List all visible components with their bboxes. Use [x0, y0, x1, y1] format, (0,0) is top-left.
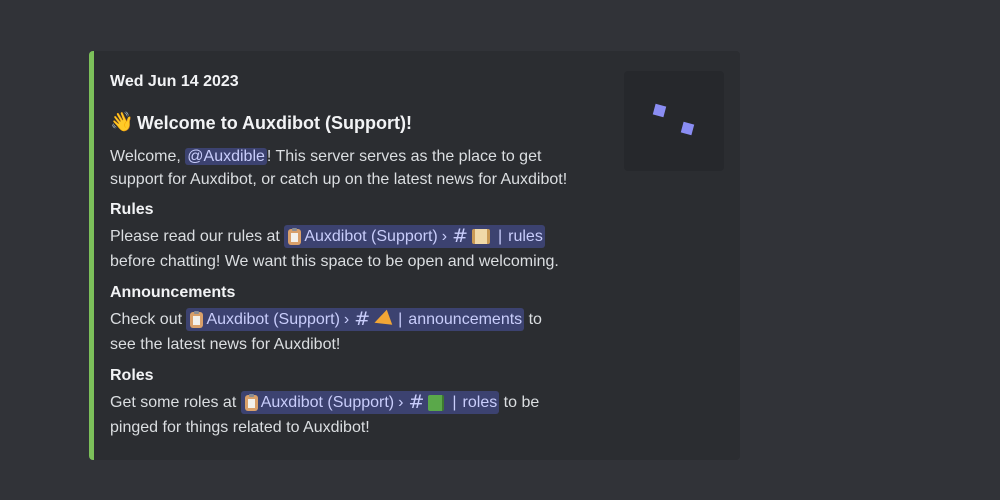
- announcements-line-2: see the latest news for Auxdibot!: [110, 336, 341, 353]
- intro-before: Welcome,: [110, 148, 186, 165]
- intro-line-1: Welcome, @Auxdible! This server serves a…: [110, 145, 541, 168]
- rules-line-1: Please read our rules at Auxdibot (Suppo…: [110, 225, 545, 248]
- channel-server-name: Auxdibot (Support): [304, 228, 438, 245]
- roles-after: to be: [499, 394, 540, 411]
- channel-name-rules: rules: [508, 228, 543, 245]
- green-book-icon: [428, 394, 445, 411]
- channel-name-roles: roles: [462, 394, 498, 411]
- chevron-right-icon: ›: [441, 228, 448, 245]
- field-name-announcements: Announcements: [110, 284, 236, 301]
- field-name-roles: Roles: [110, 367, 154, 384]
- announcements-line-1: Check out Auxdibot (Support) › # | announcem…: [110, 308, 542, 331]
- welcome-embed: Wed Jun 14 2023 👋 Welcome to Auxdibot (S…: [89, 51, 740, 460]
- thumbnail-square: [680, 121, 695, 136]
- rules-before: Please read our rules at: [110, 228, 285, 245]
- channel-link-rules[interactable]: Auxdibot (Support) › # | rules: [284, 225, 545, 248]
- thumbnail-square: [652, 103, 667, 118]
- embed-title: 👋 Welcome to Auxdibot (Support)!: [110, 111, 412, 135]
- embed-timestamp: Wed Jun 14 2023: [110, 73, 239, 90]
- roles-line-2: pinged for things related to Auxdibot!: [110, 419, 370, 436]
- chevron-right-icon: ›: [343, 311, 350, 328]
- roles-line-1: Get some roles at Auxdibot (Support) › # | r…: [110, 391, 539, 414]
- hash-icon: #: [452, 225, 468, 247]
- pipe-separator: |: [398, 311, 403, 328]
- intro-after: ! This server serves as the place to get: [266, 148, 542, 165]
- waving-hand-icon: 👋: [110, 112, 134, 133]
- channel-link-roles[interactable]: Auxdibot (Support) › # | roles: [240, 391, 500, 414]
- pipe-separator: |: [452, 394, 457, 411]
- pipe-separator: |: [497, 228, 503, 245]
- roles-before: Get some roles at: [110, 394, 241, 411]
- channel-name-announcements: announcements: [408, 311, 523, 328]
- clipboard-icon: [288, 227, 302, 245]
- user-mention[interactable]: @Auxdible: [185, 148, 267, 165]
- embed-thumbnail[interactable]: [624, 71, 724, 171]
- announcements-after: to: [524, 311, 542, 328]
- announcements-before: Check out: [110, 311, 187, 328]
- embed-title-text: Welcome to Auxdibot (Support)!: [137, 112, 412, 133]
- chevron-right-icon: ›: [398, 394, 404, 411]
- clipboard-icon: [190, 310, 204, 328]
- channel-server-name: Auxdibot (Support): [260, 394, 395, 411]
- rules-line-2: before chatting! We want this space to b…: [110, 253, 559, 270]
- intro-line-2: support for Auxdibot, or catch up on the…: [110, 171, 568, 188]
- channel-link-announcements[interactable]: Auxdibot (Support) › # | announcements: [186, 308, 525, 331]
- hash-icon: #: [354, 308, 371, 330]
- clipboard-icon: [244, 393, 258, 411]
- scroll-icon: [471, 229, 490, 244]
- field-name-rules: Rules: [110, 201, 154, 218]
- megaphone-icon: [371, 309, 393, 330]
- hash-icon: #: [408, 391, 425, 413]
- channel-server-name: Auxdibot (Support): [206, 311, 340, 328]
